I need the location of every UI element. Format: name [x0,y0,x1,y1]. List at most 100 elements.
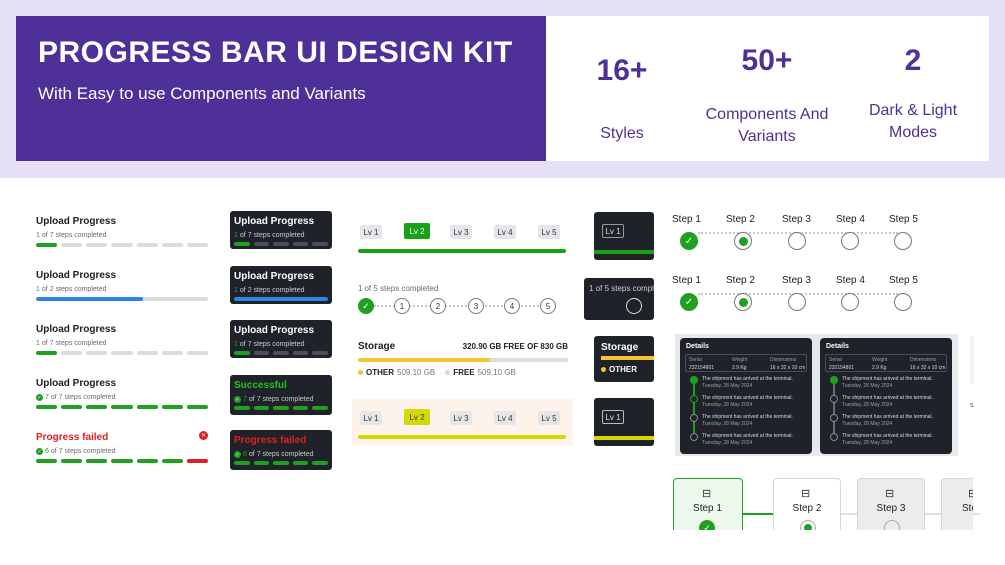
free-dot-icon [445,370,451,375]
serial-label: Serial [689,357,702,363]
card-subtitle: 1 of 7 steps completed [234,341,328,348]
segmented-progress-bar [234,242,328,246]
legend-free-value: 509.10 GB [477,368,516,377]
step-complete-check-icon[interactable]: ✓ [680,293,698,311]
step-text: of 2 steps completed [239,287,305,294]
timeline-date: Tuesday, 28 May 2024 [702,440,753,446]
step-circle-1[interactable]: 1 [394,298,410,314]
details-clipped-edge [970,336,974,384]
step-current-circle[interactable] [734,293,752,311]
card-subtitle: 1 of 2 steps completed [36,286,208,293]
card-title: Upload Progress [36,324,117,335]
storage-label: Storage [358,341,396,352]
dimensions-value: 16 x 32 x 10 cm [770,365,806,371]
details-card-1: Details Serial Weight Dimensions 2321548… [680,338,812,454]
card-step-4[interactable]: ⊟ Ste [941,478,973,538]
step-count: 1 [234,232,238,239]
timeline-event: The shipment has arrived at the terminal… [842,414,933,420]
step-circle[interactable] [788,293,806,311]
step-circle[interactable] [841,232,859,250]
step-circle[interactable] [626,298,642,314]
dark-level-slider-1[interactable]: Lv 1 [594,212,654,260]
package-icon: ⊟ [801,488,811,500]
step-count: 1 [234,341,238,348]
card-subtitle: ✓ 6 of 7 steps completed [36,448,208,455]
timeline-dot [690,414,698,422]
step-text: of 7 steps completed [239,341,305,348]
steps-caption: 1 of 5 steps completed [358,284,438,293]
level-slider-yellow[interactable]: Lv 1 Lv 2 Lv 3 Lv 4 Lv 5 [358,406,568,446]
card-subtitle: 1 of 2 steps completed [234,287,328,294]
hero-title: PROGRESS BAR UI DESIGN KIT [38,36,513,69]
other-dot-icon [601,367,606,372]
level-label-active: Lv 2 [404,223,430,239]
card-step-1[interactable]: ⊟ Step 1 ✓ [673,478,743,538]
dark-level-slider-2[interactable]: Lv 1 [594,398,654,446]
progress-track [36,297,208,301]
card-step-3[interactable]: ⊟ Step 3 [857,478,925,538]
step-label: Step 1 [672,275,701,286]
stat-styles-value: 16+ [596,54,648,87]
timeline-dot [690,395,698,403]
details-info-box: Serial Weight Dimensions 232154801 2.9 K… [685,354,807,372]
step-current-circle[interactable] [734,232,752,250]
step-complete-check-icon[interactable]: ✓ [680,232,698,250]
timeline-dot [830,376,838,384]
timeline-date: Tuesday, 28 May 2024 [842,440,893,446]
timeline-event: The shipment has arrived at the terminal… [702,433,793,439]
card-title: Upload Progress [36,216,117,227]
dark-upload-card-3: Upload Progress 1 of 7 steps completed [230,320,332,358]
level-label: Lv 5 [538,411,560,425]
dark-upload-card-2: Upload Progress 1 of 2 steps completed [230,266,332,304]
card-step-2[interactable]: ⊟ Step 2 [773,478,841,538]
step-text: of 7 steps completed [50,394,116,401]
check-icon: ✓ [36,448,43,455]
check-icon: ✓ [234,396,241,403]
step-circle[interactable] [894,232,912,250]
step-count: 1 [358,284,363,293]
dark-upload-card-1: Upload Progress 1 of 7 steps completed [230,211,332,249]
card-subtitle: ✓ 7 of 7 steps completed [234,396,328,403]
card-title: Upload Progress [234,271,315,282]
step-circle[interactable] [841,293,859,311]
legend-other-value: 509.10 GB [397,368,436,377]
step-label: Ste [962,503,973,514]
dimensions-value: 16 x 32 x 10 cm [910,365,946,371]
dark-success-card: Successful ✓ 7 of 7 steps completed [230,375,332,415]
segmented-progress-bar [36,405,208,409]
stat-modes-label: Dark & Light Modes [868,102,958,141]
step-circle-4[interactable]: 4 [504,298,520,314]
step-circle-2[interactable]: 2 [430,298,446,314]
segmented-progress-bar [36,459,208,463]
step-label: Step 1 [693,503,722,514]
storage-track [358,358,568,362]
step-circle-5[interactable]: 5 [540,298,556,314]
segmented-progress-bar [234,351,328,355]
timeline-event: The shipment has arrived at the terminal… [842,376,933,382]
progress-track [234,297,328,301]
step-circle-3[interactable]: 3 [468,298,484,314]
storage-label: Storage [601,342,639,353]
card-title: Upload Progress [234,325,315,336]
legend-other: OTHER [601,365,637,374]
step-label: Step 4 [836,275,865,286]
level-label: Lv 3 [450,225,472,239]
dark-failed-card: Progress failed ✓ 6 of 7 steps completed [230,430,332,470]
timeline-line [833,379,835,439]
level-label: Lv 5 [538,225,560,239]
timeline-event: The shipment has arrived at the terminal… [842,433,933,439]
labeled-stepper-1: Step 1 Step 2 Step 3 Step 4 Step 5 ✓ [672,212,922,254]
error-icon[interactable]: ✕ [199,431,208,440]
step-circle[interactable] [788,232,806,250]
level-label: Lv 1 [602,410,624,424]
step-complete-check-icon[interactable]: ✓ [358,298,374,314]
level-slider-green[interactable]: Lv 1 Lv 2 Lv 3 Lv 4 Lv 5 [358,220,568,260]
other-dot-icon [358,370,363,375]
step-label: Step 3 [782,275,811,286]
step-text: of 7 steps completed [41,232,107,239]
serial-label: Serial [829,357,842,363]
card-title: Successful [234,380,287,391]
details-title: Details [826,343,849,350]
step-circle[interactable] [894,293,912,311]
details-title: Details [686,343,709,350]
